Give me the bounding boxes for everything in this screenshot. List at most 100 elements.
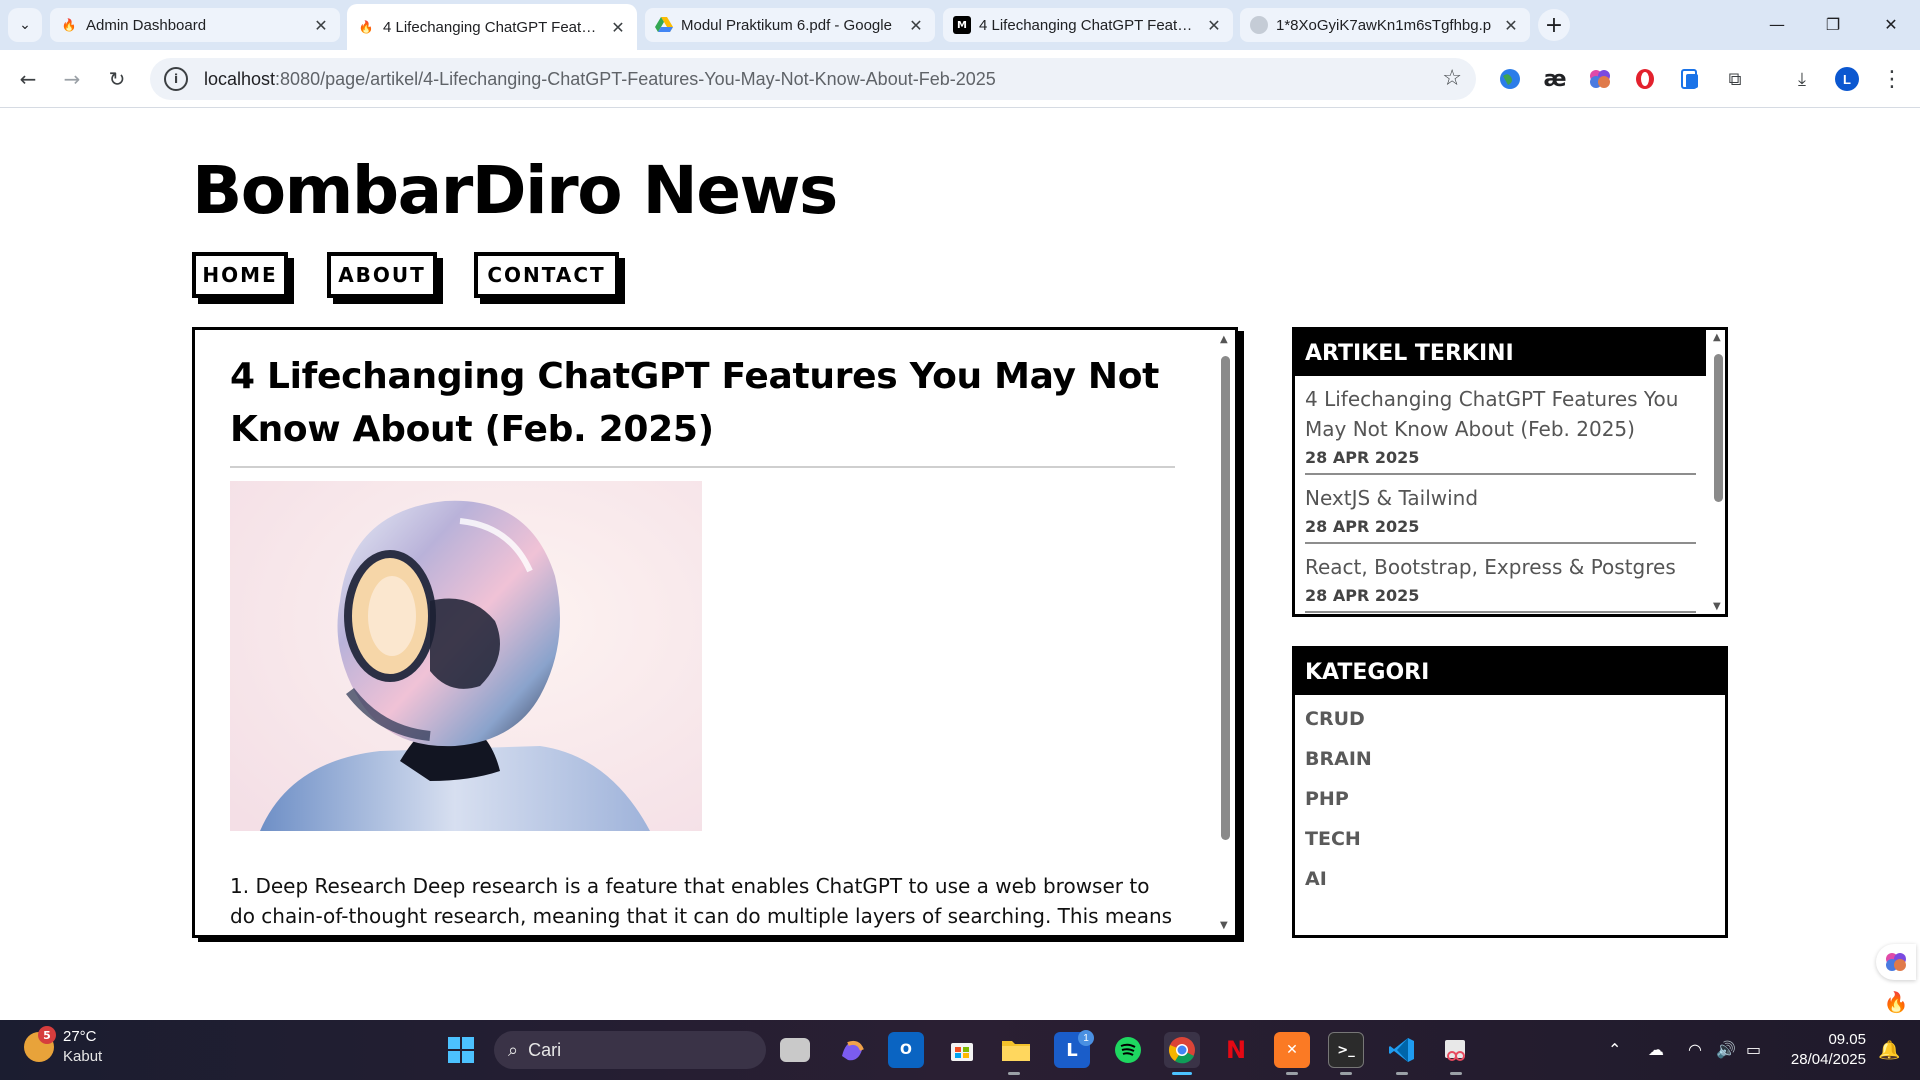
opera-extension-icon[interactable] — [1630, 64, 1660, 94]
netflix-icon[interactable]: N — [1218, 1032, 1254, 1068]
taskbar-search[interactable]: ⌕ Cari — [494, 1031, 766, 1069]
task-view-icon[interactable] — [780, 1038, 810, 1062]
nav-contact-button[interactable]: CONTACT — [474, 252, 619, 298]
tab-medium-article[interactable]: M 4 Lifechanging ChatGPT Features ✕ — [943, 8, 1233, 42]
notification-badge: 1 — [1078, 1030, 1094, 1046]
minimize-icon[interactable]: — — [1757, 10, 1797, 38]
scroll-up-arrow-icon[interactable]: ▲ — [1220, 334, 1228, 345]
close-icon[interactable]: ✕ — [907, 16, 925, 35]
scroll-down-arrow-icon[interactable]: ▼ — [1713, 601, 1721, 612]
list-item[interactable]: React, Bootstrap, Express & Postgres 28 … — [1305, 544, 1696, 613]
weather-description[interactable]: Kabut — [63, 1048, 102, 1065]
xampp-icon[interactable]: ✕ — [1274, 1032, 1310, 1068]
chevron-up-icon[interactable]: ⌃ — [1608, 1040, 1621, 1059]
ae-extension-icon[interactable]: æ — [1540, 64, 1570, 94]
back-arrow-icon[interactable]: ← — [12, 63, 44, 95]
snipping-tool-icon[interactable] — [1438, 1032, 1474, 1068]
terminal-icon[interactable]: >_ — [1328, 1032, 1364, 1068]
scroll-thumb[interactable] — [1221, 356, 1230, 840]
browser-tab-bar: ⌄ 🔥 Admin Dashboard ✕ 🔥 4 Lifechanging C… — [0, 0, 1920, 50]
article-hero-image — [230, 481, 702, 831]
wifi-icon[interactable]: ◠ — [1688, 1040, 1702, 1059]
new-tab-button[interactable]: + — [1538, 9, 1570, 41]
browser-toolbar: ← → ↻ i localhost:8080/page/artikel/4-Li… — [0, 50, 1920, 108]
recent-article-title[interactable]: NextJS & Tailwind — [1305, 483, 1696, 513]
weather-temperature[interactable]: 27°C — [63, 1028, 97, 1045]
restore-icon[interactable]: ❐ — [1813, 10, 1853, 38]
clipboard-extension-icon[interactable] — [1675, 64, 1705, 94]
scroll-down-arrow-icon[interactable]: ▼ — [1220, 920, 1228, 931]
download-icon[interactable]: ⤓ — [1787, 64, 1817, 94]
recent-article-date: 28 APR 2025 — [1305, 586, 1420, 605]
recent-article-date: 28 APR 2025 — [1305, 517, 1420, 536]
close-icon[interactable]: ✕ — [1502, 16, 1520, 35]
nav-about-button[interactable]: ABOUT — [327, 252, 437, 298]
categories-heading: KATEGORI — [1295, 649, 1725, 695]
divider — [230, 466, 1175, 468]
scroll-up-arrow-icon[interactable]: ▲ — [1713, 332, 1721, 343]
brain-extension-icon[interactable] — [1585, 64, 1615, 94]
search-placeholder: Cari — [528, 1039, 562, 1060]
windows-start-icon[interactable] — [443, 1032, 479, 1068]
category-link[interactable]: CRUD — [1295, 699, 1725, 739]
recent-article-title[interactable]: 4 Lifechanging ChatGPT Features You May … — [1305, 384, 1696, 444]
brain-widget-icon[interactable] — [1876, 944, 1916, 980]
outlook-icon[interactable]: O — [888, 1032, 924, 1068]
system-clock[interactable]: 09.05 28/04/2025 — [1786, 1030, 1866, 1070]
puzzle-extensions-icon[interactable]: ⧉ — [1720, 64, 1750, 94]
store-icon[interactable] — [944, 1032, 980, 1068]
recent-article-title[interactable]: React, Bootstrap, Express & Postgres — [1305, 552, 1696, 582]
site-info-icon[interactable]: i — [164, 67, 188, 91]
tab-google-drive-pdf[interactable]: Modul Praktikum 6.pdf - Google ✕ — [645, 8, 935, 42]
close-icon[interactable]: ✕ — [1205, 16, 1223, 35]
recent-scrollbar[interactable]: ▲ ▼ — [1711, 332, 1725, 612]
weather-badge: 5 — [38, 1026, 56, 1044]
file-explorer-icon[interactable] — [998, 1032, 1034, 1068]
recent-article-date: 28 APR 2025 — [1305, 448, 1420, 467]
running-indicator — [1450, 1072, 1462, 1075]
recent-articles-panel: ARTIKEL TERKINI 4 Lifechanging ChatGPT F… — [1292, 327, 1728, 617]
tab-title: 4 Lifechanging ChatGPT Features — [979, 16, 1197, 34]
spotify-icon[interactable] — [1110, 1032, 1146, 1068]
forward-arrow-icon[interactable]: → — [56, 63, 88, 95]
category-link[interactable]: AI — [1295, 859, 1725, 899]
category-link[interactable]: TECH — [1295, 819, 1725, 859]
url-text[interactable]: localhost:8080/page/artikel/4-Lifechangi… — [204, 69, 996, 90]
list-item[interactable]: NextJS & Tailwind 28 APR 2025 — [1305, 475, 1696, 544]
tab-search-button[interactable]: ⌄ — [8, 8, 42, 42]
volume-icon[interactable]: 🔊 — [1716, 1040, 1736, 1059]
list-item[interactable]: 4 Lifechanging ChatGPT Features You May … — [1305, 376, 1696, 475]
window-close-icon[interactable]: ✕ — [1871, 10, 1911, 38]
battery-icon[interactable]: ▭ — [1746, 1040, 1761, 1059]
globe-extension-icon[interactable] — [1495, 64, 1525, 94]
tab-title: 4 Lifechanging ChatGPT Features — [383, 18, 601, 36]
flame-widget-icon[interactable]: 🔥 — [1876, 984, 1916, 1020]
close-icon[interactable]: ✕ — [609, 18, 627, 37]
category-link[interactable]: BRAIN — [1295, 739, 1725, 779]
article-title: 4 Lifechanging ChatGPT Features You May … — [230, 356, 1160, 450]
vscode-icon[interactable] — [1384, 1032, 1420, 1068]
article-scrollbar[interactable]: ▲ ▼ — [1218, 334, 1232, 931]
clock-date: 28/04/2025 — [1790, 1051, 1866, 1068]
reload-icon[interactable]: ↻ — [101, 63, 133, 95]
category-link[interactable]: PHP — [1295, 779, 1725, 819]
nav-home-button[interactable]: HOME — [192, 252, 288, 298]
bookmark-star-icon[interactable]: ☆ — [1442, 66, 1462, 91]
site-title: BombarDiro News — [192, 152, 838, 229]
close-icon[interactable]: ✕ — [312, 16, 330, 35]
article-container[interactable]: 4 Lifechanging ChatGPT Features You May … — [192, 327, 1238, 938]
chrome-icon[interactable] — [1164, 1032, 1200, 1068]
address-bar[interactable]: i localhost:8080/page/artikel/4-Lifechan… — [150, 58, 1476, 100]
running-indicator — [1286, 1072, 1298, 1075]
tab-image[interactable]: 1*8XoGyiK7awKn1m6sTgfhbg.p ✕ — [1240, 8, 1530, 42]
onedrive-cloud-icon[interactable]: ☁ — [1648, 1040, 1664, 1059]
tab-article-active[interactable]: 🔥 4 Lifechanging ChatGPT Features ✕ — [347, 4, 637, 50]
scroll-thumb[interactable] — [1714, 354, 1723, 502]
tab-admin-dashboard[interactable]: 🔥 Admin Dashboard ✕ — [50, 8, 340, 42]
running-indicator — [1008, 1072, 1020, 1075]
flame-icon: 🔥 — [358, 20, 374, 34]
profile-avatar[interactable]: L — [1835, 67, 1859, 91]
notifications-bell-icon[interactable]: 🔔 — [1878, 1040, 1900, 1061]
kebab-menu-icon[interactable]: ⋮ — [1877, 64, 1907, 94]
copilot-icon[interactable] — [834, 1032, 870, 1068]
